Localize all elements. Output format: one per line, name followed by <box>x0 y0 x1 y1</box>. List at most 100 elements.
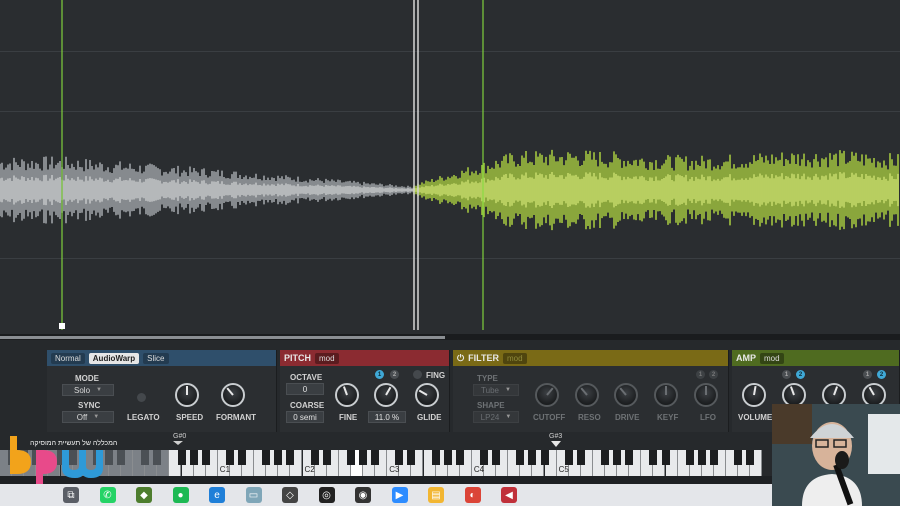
edge-icon[interactable]: e <box>209 487 225 503</box>
fine-mod-knob[interactable] <box>374 383 398 407</box>
piano-black-key[interactable] <box>443 450 452 465</box>
start-handle[interactable] <box>59 323 65 329</box>
piano-black-key[interactable] <box>201 450 210 465</box>
piano-black-key[interactable] <box>746 450 755 465</box>
mode-dropdown[interactable]: Solo ▼ <box>62 384 114 396</box>
piano-black-key[interactable] <box>625 450 634 465</box>
piano-black-key[interactable] <box>117 450 125 465</box>
filter-shape-dropdown[interactable]: LP24 ▼ <box>473 411 519 423</box>
piano-black-key[interactable] <box>601 450 609 465</box>
scrollbar-thumb[interactable] <box>0 336 445 339</box>
glide-knob[interactable] <box>415 383 439 407</box>
obs-icon[interactable]: ◎ <box>318 487 335 503</box>
piano-black-key[interactable] <box>286 450 295 465</box>
filter-mod-button[interactable]: mod <box>502 352 527 364</box>
key-range-low-marker[interactable] <box>173 441 183 445</box>
lfo-knob[interactable] <box>694 383 718 407</box>
mode-slice-tab[interactable]: Slice <box>143 352 169 364</box>
piano-black-key[interactable] <box>480 450 488 465</box>
piano-black-key[interactable] <box>274 450 283 465</box>
piano-black-key[interactable] <box>141 450 150 465</box>
piano-black-key[interactable] <box>613 450 622 465</box>
obs-alt-icon[interactable]: ◉ <box>355 487 371 503</box>
whatsapp-icon[interactable]: ✆ <box>99 487 116 503</box>
reso-knob[interactable] <box>575 383 599 407</box>
mode-audiowarp-tab[interactable]: AudioWarp <box>88 352 140 364</box>
filter-mod-slot-1-badge[interactable]: 1 <box>696 370 705 379</box>
piano-black-key[interactable] <box>734 450 743 465</box>
folder-icon[interactable]: ▤ <box>428 487 444 503</box>
mode-value: Solo <box>74 385 91 395</box>
task-view-icon[interactable]: ⧉ <box>63 487 79 503</box>
filter-type-dropdown[interactable]: Tube ▼ <box>473 384 519 396</box>
power-icon[interactable]: ⏻ <box>457 353 464 364</box>
fine-knob[interactable] <box>335 383 359 407</box>
chevron-down-icon: ▼ <box>96 387 102 393</box>
piano-black-key[interactable] <box>516 450 525 465</box>
amp-mod-slot-1-badge[interactable]: 1 <box>782 370 791 379</box>
piano-black-key[interactable] <box>564 450 573 465</box>
octave-value[interactable]: 0 <box>286 383 324 395</box>
taskbar: ⧉ ✆ ◆ ● e ▭ ◇ ◎ ◉ ▶ ▤ ◐ ◀ <box>0 484 772 506</box>
amp-mod-slot-4-badge[interactable]: 2 <box>877 370 886 379</box>
amp-mod-slot-2-badge[interactable]: 2 <box>796 370 805 379</box>
volume-knob[interactable] <box>742 383 766 407</box>
piano-black-key[interactable] <box>492 450 501 465</box>
drive-knob[interactable] <box>614 383 638 407</box>
keyf-knob[interactable] <box>654 383 678 407</box>
piano-black-key[interactable] <box>661 450 670 465</box>
piano-black-key[interactable] <box>431 450 440 465</box>
piano-black-key[interactable] <box>310 450 319 465</box>
mod-slot-1-badge[interactable]: 1 <box>375 370 384 379</box>
zoom-icon[interactable]: ▶ <box>391 487 408 503</box>
fing-label: FING <box>426 371 446 380</box>
piano-black-key[interactable] <box>371 450 380 465</box>
piano-black-key[interactable] <box>649 450 658 465</box>
piano-black-key[interactable] <box>322 450 331 465</box>
mode-label: MODE <box>75 374 99 383</box>
chrome-icon[interactable]: ◐ <box>464 487 481 503</box>
piano-black-key[interactable] <box>540 450 549 465</box>
piano-black-key[interactable] <box>697 450 706 465</box>
coarse-value[interactable]: 0 semi <box>286 411 324 423</box>
amp-mod-button[interactable]: mod <box>760 352 784 364</box>
piano-black-key[interactable] <box>407 450 416 465</box>
mod-slot-2-badge[interactable]: 2 <box>390 370 399 379</box>
amp-mod-slot-3-badge[interactable]: 1 <box>863 370 872 379</box>
dropbox-icon[interactable]: ◆ <box>136 487 152 503</box>
piano-black-key[interactable] <box>153 450 162 465</box>
spotify-icon[interactable]: ● <box>172 487 189 503</box>
piano-black-key[interactable] <box>262 450 271 465</box>
piano-black-key[interactable] <box>576 450 585 465</box>
piano-black-key[interactable] <box>225 450 234 465</box>
formant-knob[interactable] <box>221 383 245 407</box>
piano-black-key[interactable] <box>685 450 694 465</box>
keyboard-area: G#0 G#3 C1 C2 C3 C4 C5 <box>0 432 900 476</box>
piano-black-key[interactable] <box>395 450 404 465</box>
piano-black-key[interactable] <box>346 450 355 465</box>
cubase-icon[interactable]: ◀ <box>501 487 517 503</box>
pitch-mod-button[interactable]: mod <box>315 352 339 364</box>
filter-header: ⏻ FILTER mod <box>453 350 728 366</box>
piano-black-key[interactable] <box>177 450 186 465</box>
sync-dropdown[interactable]: Off ▼ <box>62 411 114 423</box>
piano-black-key[interactable] <box>709 450 718 465</box>
piano-black-key[interactable] <box>238 450 246 465</box>
piano-black-key[interactable] <box>528 450 537 465</box>
piano-black-key[interactable] <box>189 450 198 465</box>
fing-toggle[interactable] <box>413 370 422 379</box>
filter-mod-slot-2-badge[interactable]: 2 <box>709 370 718 379</box>
filter-title: FILTER <box>468 353 499 363</box>
speed-knob[interactable] <box>175 383 199 407</box>
legato-toggle[interactable] <box>137 393 146 402</box>
piano-black-key[interactable] <box>455 450 464 465</box>
cutoff-knob[interactable] <box>535 383 559 407</box>
unity-icon[interactable]: ◇ <box>282 487 298 503</box>
fine-value[interactable]: 11.0 % <box>368 411 406 423</box>
piano-black-key[interactable] <box>359 450 367 465</box>
waveform-display[interactable] <box>0 0 900 340</box>
cam-icon[interactable]: ▭ <box>245 487 262 503</box>
mode-normal-tab[interactable]: Normal <box>51 352 85 364</box>
root-key-marker[interactable] <box>551 441 561 447</box>
chevron-down-icon: ▼ <box>93 414 100 420</box>
